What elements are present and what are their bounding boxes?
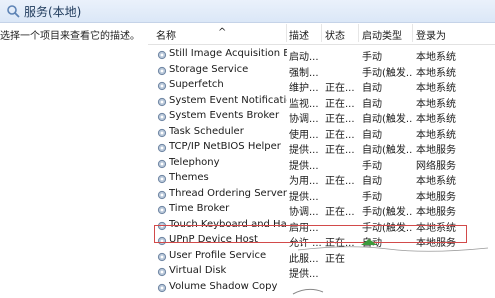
description-hint: 选择一个项目来查看它的描述。 — [0, 31, 140, 42]
services-table: 名称 ^ 描述 状态 启动类型 登录为 Still Image Acquisit… — [148, 22, 495, 298]
services-icon — [7, 5, 20, 18]
annotation-scribble — [292, 239, 489, 295]
title-bar: 服务(本地) — [0, 0, 495, 23]
window-title: 服务(本地) — [24, 5, 82, 19]
arrow-up-icon — [361, 239, 377, 245]
